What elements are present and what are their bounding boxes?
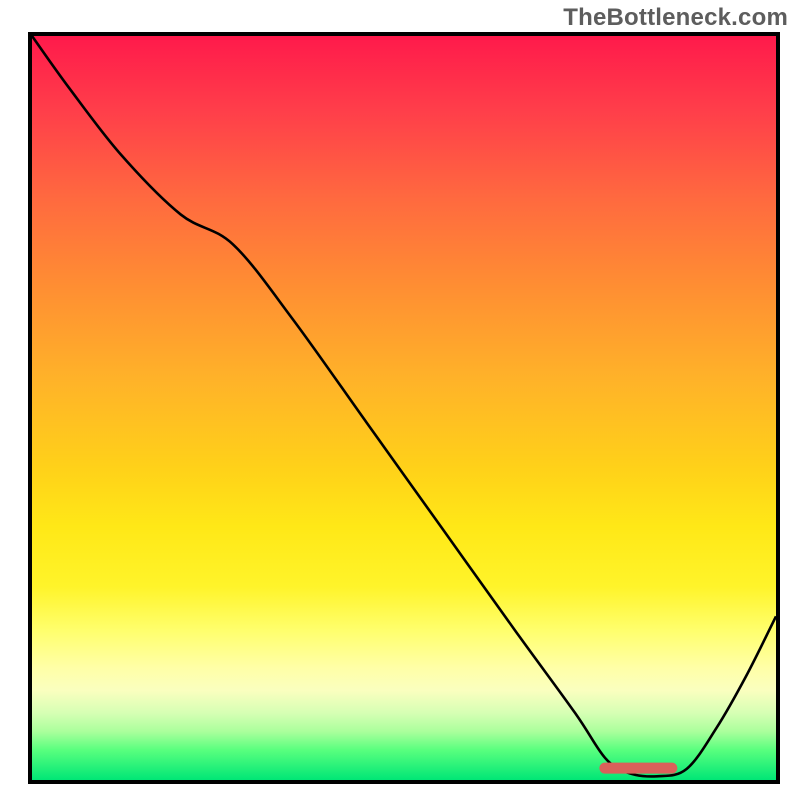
bottleneck-curve (32, 36, 776, 776)
curve-layer (32, 36, 776, 780)
plot-area (28, 32, 780, 784)
watermark-text: TheBottleneck.com (563, 4, 788, 32)
chart-container: TheBottleneck.com (0, 0, 800, 800)
